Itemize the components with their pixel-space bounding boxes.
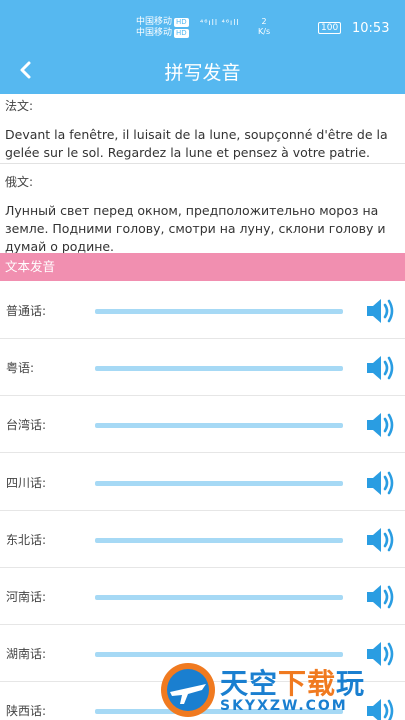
dialect-row: 粤语: — [0, 339, 405, 397]
watermark-url: SKYXZW.COM — [220, 698, 348, 714]
dialect-name: 东北话: — [6, 532, 47, 547]
play-audio-button[interactable] — [365, 525, 397, 555]
carrier-1: 中国移动 — [136, 17, 173, 27]
speaker-icon — [367, 299, 394, 323]
dialect-row: 东北话: — [0, 511, 405, 568]
carrier-info: 中国移动 HD 中国移动 HD — [136, 17, 189, 39]
watermark-logo: 天空下载玩 SKYXZW.COM — [158, 660, 405, 720]
app-bar: 拼写发音 — [0, 46, 405, 94]
hd-badge: HD — [174, 29, 189, 38]
french-text: Devant la fenêtre, il luisait de la lune… — [5, 127, 388, 160]
play-audio-button[interactable] — [365, 582, 397, 612]
clock: 10:53 — [352, 21, 390, 36]
divider — [0, 163, 405, 164]
dialect-name: 粤语: — [6, 361, 35, 376]
russian-section: 俄文: Лунный свет перед окном, предположит… — [0, 173, 405, 256]
audio-progress-bar[interactable] — [95, 480, 343, 486]
speaker-icon — [367, 527, 394, 552]
speaker-icon — [367, 585, 394, 609]
audio-progress-bar[interactable] — [95, 309, 343, 314]
page-title: 拼写发音 — [164, 62, 241, 84]
play-audio-button[interactable] — [365, 353, 397, 383]
status-bar: 中国移动 HD 中国移动 HD ⁴⁶ıll ⁴⁶ıll 2 K/s 100 10:5… — [0, 0, 405, 46]
dialect-name: 湖南话: — [6, 647, 47, 662]
hd-badge: HD — [174, 18, 189, 27]
play-audio-button[interactable] — [365, 296, 397, 326]
carrier-2: 中国移动 — [136, 28, 173, 38]
dialect-name: 四川话: — [6, 475, 47, 490]
russian-text: Лунный свет перед окном, предположительн… — [5, 203, 386, 254]
russian-label: 俄文: — [5, 175, 34, 189]
airplane-logo-icon — [161, 663, 215, 717]
play-audio-button[interactable] — [365, 468, 397, 498]
audio-progress-bar[interactable] — [95, 595, 343, 600]
french-section: 法文: Devant la fenêtre, il luisait de la … — [0, 97, 405, 162]
battery-icon: 100 — [318, 22, 342, 34]
dialect-name: 台湾话: — [6, 418, 47, 433]
speaker-icon — [367, 413, 394, 438]
speaker-icon — [367, 356, 394, 381]
audio-progress-bar[interactable] — [95, 366, 343, 372]
play-audio-button[interactable] — [365, 410, 397, 440]
dialect-row: 台湾话: — [0, 396, 405, 454]
dialect-row: 普通话: — [0, 282, 405, 339]
watermark-text: 天空下载玩 — [220, 667, 366, 700]
audio-progress-bar[interactable] — [95, 652, 343, 658]
pronunciation-header: 文本发音 — [0, 253, 405, 281]
audio-progress-bar[interactable] — [95, 537, 343, 543]
dialect-name: 普通话: — [6, 304, 47, 318]
dialect-name: 陕西话: — [6, 704, 47, 719]
network-speed: 2 K/s — [258, 17, 271, 36]
dialect-name: 河南话: — [6, 590, 47, 604]
dialect-row: 河南话: — [0, 568, 405, 625]
signal-icon: ⁴⁶ıll ⁴⁶ıll — [200, 18, 240, 27]
french-label: 法文: — [5, 99, 34, 113]
speaker-icon — [367, 470, 394, 495]
dialect-row: 四川话: — [0, 454, 405, 511]
audio-progress-bar[interactable] — [95, 423, 343, 429]
